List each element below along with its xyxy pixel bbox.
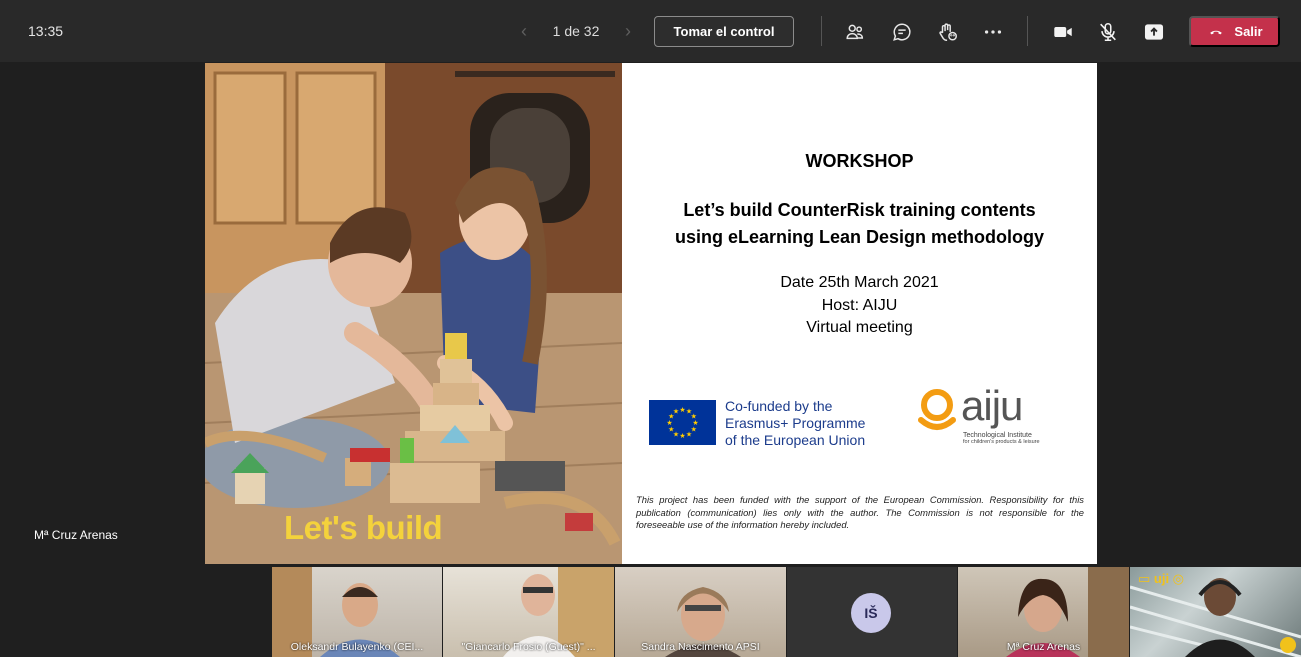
uji-logo: ▭ uji ◎: [1138, 571, 1185, 586]
eu-cofunded-text: Co-funded by the Erasmus+ Programme of t…: [725, 398, 865, 449]
slide-text-panel: WORKSHOP Let’s build CounterRisk trainin…: [622, 63, 1097, 564]
meeting-clock: 13:35: [28, 23, 64, 39]
aiju-logo: aiju Technological Institute for childre…: [915, 382, 1055, 448]
aiju-wordmark: aiju: [961, 382, 1023, 429]
toolbar-divider: [1027, 16, 1028, 46]
mic-off-icon[interactable]: [1093, 17, 1123, 47]
photo-caption: Let's build: [284, 509, 443, 546]
participant-name: "Giancarlo Frosio (Guest)" ...: [461, 641, 596, 653]
workshop-title: WORKSHOP: [805, 151, 914, 171]
meeting-toolbar: 13:35 ‹ 1 de 32 › Tomar el control Salir: [0, 0, 1301, 62]
leave-button[interactable]: Salir: [1189, 16, 1280, 47]
camera-icon[interactable]: [1048, 17, 1078, 47]
workshop-subtitle-line1: Let’s build CounterRisk training content…: [683, 200, 1036, 220]
shared-presentation-slide: Let's build WORKSHOP Let’s build Counter…: [205, 63, 1097, 564]
participant-name: Sandra Nascimento APSI: [641, 641, 760, 653]
photo-illustration: [205, 63, 622, 564]
leave-label: Salir: [1234, 24, 1263, 39]
participant-avatar: IŠ: [851, 593, 891, 633]
chevron-left-icon[interactable]: ‹: [512, 18, 536, 44]
participant-tile[interactable]: ▭ uji ◎: [1130, 567, 1301, 657]
eu-star: ★: [673, 408, 679, 416]
participant-tile[interactable]: Mª Cruz Arenas: [958, 567, 1129, 657]
eu-star: ★: [679, 432, 685, 440]
participant-tile[interactable]: "Giancarlo Frosio (Guest)" ...: [443, 567, 614, 657]
presenter-name-label: Mª Cruz Arenas: [34, 528, 118, 542]
phone-hangup-icon: [1210, 30, 1223, 34]
participant-name: Oleksandr Bulayenko (CEI...: [290, 641, 424, 653]
share-icon[interactable]: [1139, 17, 1169, 47]
eu-line3: of the European Union: [725, 432, 866, 448]
participant-tile[interactable]: Oleksandr Bulayenko (CEI...: [272, 567, 442, 657]
participant-tile[interactable]: Sandra Nascimento APSI: [615, 567, 786, 657]
slide-pager: ‹ 1 de 32 ›: [512, 18, 640, 44]
eu-line1: Co-funded by the: [725, 398, 833, 414]
funding-disclaimer: This project has been funded with the su…: [636, 494, 1084, 530]
more-icon[interactable]: [978, 17, 1008, 47]
participants-strip: Oleksandr Bulayenko (CEI... "Giancarlo F…: [272, 567, 1301, 657]
participant-tile[interactable]: IŠ: [787, 567, 957, 657]
workshop-mode: Virtual meeting: [806, 319, 913, 336]
aiju-tag-line2: for children's products & leisure: [963, 439, 1040, 445]
workshop-date: Date 25th March 2021: [780, 274, 939, 291]
workshop-host: Host: AIJU: [821, 297, 898, 314]
aiju-tagline: Technological Institute for children's p…: [963, 432, 1053, 446]
aiju-mascot-icon: [918, 389, 956, 430]
eu-star: ★: [691, 413, 697, 421]
take-control-button[interactable]: Tomar el control: [654, 16, 794, 47]
eu-flag-icon: ★ ★ ★ ★ ★ ★ ★ ★ ★ ★ ★ ★: [649, 400, 716, 445]
eu-star: ★: [686, 430, 692, 438]
participant-name: Mª Cruz Arenas: [1006, 641, 1081, 653]
eu-line2: Erasmus+ Programme: [725, 415, 866, 431]
kids-building-photo: Let's build: [205, 63, 622, 564]
workshop-subtitle-line2: using eLearning Lean Design methodology: [674, 227, 1045, 247]
chevron-right-icon[interactable]: ›: [616, 18, 640, 44]
people-icon[interactable]: [840, 17, 870, 47]
toolbar-divider: [821, 16, 822, 46]
chat-icon[interactable]: [887, 17, 917, 47]
aiju-tag-line1: Technological Institute: [963, 432, 1032, 439]
eu-star: ★: [679, 406, 685, 414]
slide-counter: 1 de 32: [552, 23, 600, 39]
reactions-icon[interactable]: [933, 17, 963, 47]
